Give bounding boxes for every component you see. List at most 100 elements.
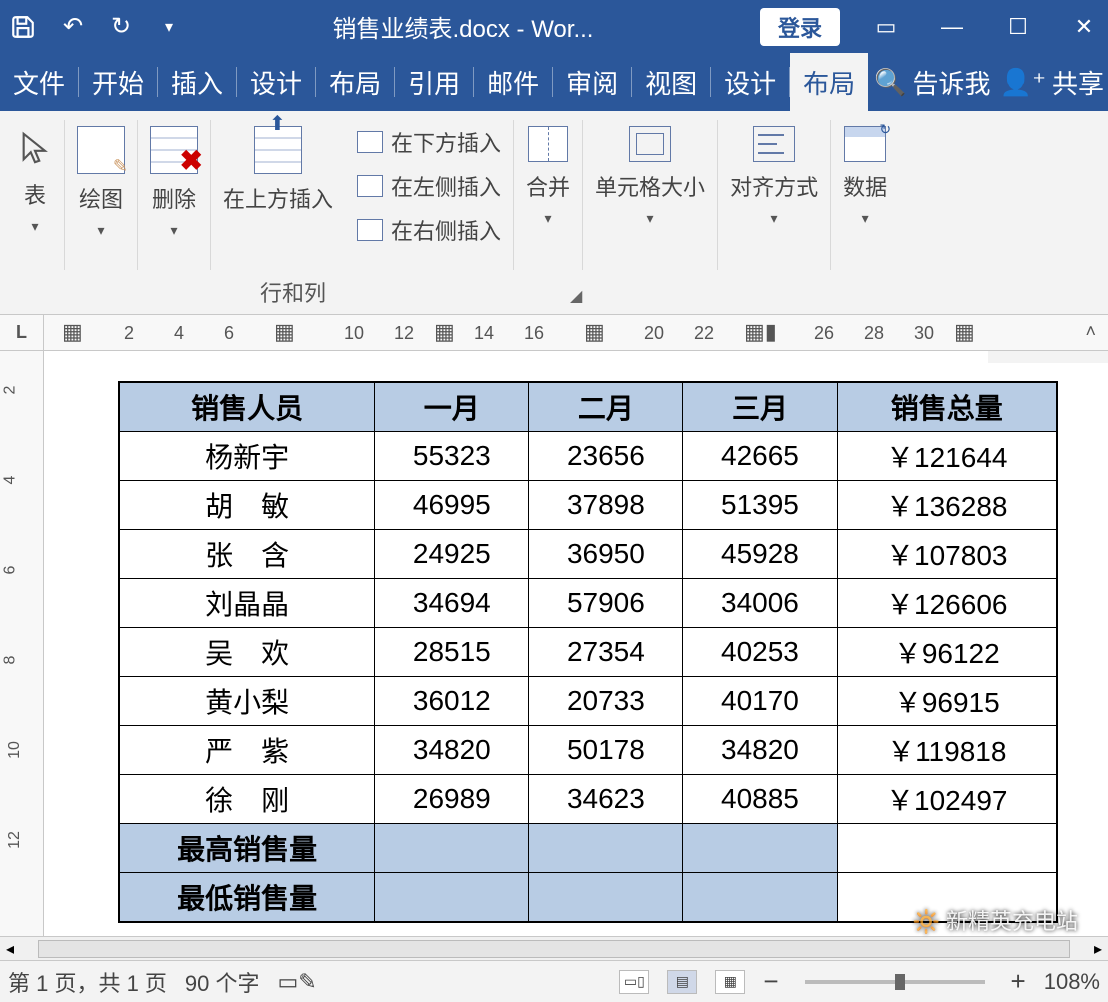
table-cell[interactable]: 26989: [375, 775, 529, 824]
max-total[interactable]: [837, 824, 1057, 873]
table-cell[interactable]: 吴 欢: [119, 628, 375, 677]
header-jan[interactable]: 一月: [375, 382, 529, 432]
table-cell[interactable]: 刘晶晶: [119, 579, 375, 628]
ruler-collapse-icon[interactable]: ˄: [1085, 321, 1096, 342]
tab-selector[interactable]: L: [0, 315, 44, 350]
table-cell[interactable]: 34694: [375, 579, 529, 628]
min-mar[interactable]: [683, 873, 837, 923]
table-row-max[interactable]: 最高销售量: [119, 824, 1057, 873]
qat-customize-icon[interactable]: ▾: [154, 17, 184, 37]
insert-above-button[interactable]: ⬆ 在上方插入: [223, 120, 333, 214]
table-cell[interactable]: 51395: [683, 481, 837, 530]
zoom-out-icon[interactable]: −: [763, 966, 778, 997]
tab-home[interactable]: 开始: [79, 53, 157, 111]
table-cell[interactable]: 40253: [683, 628, 837, 677]
min-feb[interactable]: [529, 873, 683, 923]
table-cell[interactable]: ￥102497: [837, 775, 1057, 824]
tab-mailings[interactable]: 邮件: [474, 53, 552, 111]
min-jan[interactable]: [375, 873, 529, 923]
table-row[interactable]: 黄小梨360122073340170￥96915: [119, 677, 1057, 726]
undo-icon[interactable]: ↶: [58, 12, 88, 41]
insert-left-button[interactable]: 在左侧插入: [357, 170, 501, 202]
table-cell[interactable]: 50178: [529, 726, 683, 775]
table-cell[interactable]: 胡 敏: [119, 481, 375, 530]
max-jan[interactable]: [375, 824, 529, 873]
table-cell[interactable]: 24925: [375, 530, 529, 579]
table-cell[interactable]: 杨新宇: [119, 432, 375, 481]
table-cell[interactable]: 23656: [529, 432, 683, 481]
table-row[interactable]: 严 紫348205017834820￥119818: [119, 726, 1057, 775]
table-cell[interactable]: ￥136288: [837, 481, 1057, 530]
save-icon[interactable]: [10, 14, 40, 40]
table-cell[interactable]: ￥121644: [837, 432, 1057, 481]
tab-file[interactable]: 文件: [0, 53, 78, 111]
page-indicator[interactable]: 第 1 页，共 1 页: [8, 966, 167, 998]
table-row[interactable]: 刘晶晶346945790634006￥126606: [119, 579, 1057, 628]
horizontal-ruler[interactable]: L ▦ 2 4 6 ▦ 10 12 ▦ 14 16 ▦ 20 22 ▦▮ 26 …: [0, 315, 1108, 351]
merge-button[interactable]: 合并 ▾: [526, 120, 570, 227]
table-cell[interactable]: 46995: [375, 481, 529, 530]
data-button[interactable]: ↻ 数据 ▾: [843, 120, 887, 227]
sales-table[interactable]: 销售人员 一月 二月 三月 销售总量 杨新宇553232365642665￥12…: [118, 381, 1058, 923]
table-cell[interactable]: 57906: [529, 579, 683, 628]
table-cell[interactable]: 34820: [683, 726, 837, 775]
scroll-left-icon[interactable]: ◂: [0, 939, 20, 959]
vertical-ruler[interactable]: 2 4 6 8 10 12: [0, 351, 44, 936]
tab-layout[interactable]: 布局: [316, 53, 394, 111]
login-button[interactable]: 登录: [760, 8, 840, 46]
table-cell[interactable]: ￥96915: [837, 677, 1057, 726]
table-cell[interactable]: 45928: [683, 530, 837, 579]
table-cell[interactable]: 徐 刚: [119, 775, 375, 824]
table-cell[interactable]: 34006: [683, 579, 837, 628]
scroll-right-icon[interactable]: ▸: [1088, 939, 1108, 959]
tab-table-layout[interactable]: 布局: [790, 53, 868, 111]
draw-button[interactable]: ✎ 绘图 ▾: [77, 120, 125, 239]
table-row[interactable]: 吴 欢285152735440253￥96122: [119, 628, 1057, 677]
table-cell[interactable]: 张 含: [119, 530, 375, 579]
dialog-launcher-icon[interactable]: ◢: [570, 286, 582, 306]
tab-design[interactable]: 设计: [237, 53, 315, 111]
tab-review[interactable]: 审阅: [553, 53, 631, 111]
delete-button[interactable]: ✖ 删除 ▾: [150, 120, 198, 239]
tell-me[interactable]: 🔍 告诉我: [874, 64, 990, 101]
web-layout-icon[interactable]: ▦: [715, 970, 745, 994]
table-cell[interactable]: 20733: [529, 677, 683, 726]
min-label[interactable]: 最低销售量: [119, 873, 375, 923]
table-cell[interactable]: ￥107803: [837, 530, 1057, 579]
table-cell[interactable]: 40885: [683, 775, 837, 824]
table-cell[interactable]: 28515: [375, 628, 529, 677]
table-cell[interactable]: 36012: [375, 677, 529, 726]
table-cell[interactable]: 黄小梨: [119, 677, 375, 726]
print-layout-icon[interactable]: ▤: [667, 970, 697, 994]
read-mode-icon[interactable]: ▭▯: [619, 970, 649, 994]
table-cell[interactable]: 36950: [529, 530, 683, 579]
select-table-button[interactable]: 表 ▾: [18, 120, 52, 235]
header-feb[interactable]: 二月: [529, 382, 683, 432]
maximize-icon[interactable]: ☐: [1004, 14, 1032, 40]
table-cell[interactable]: ￥96122: [837, 628, 1057, 677]
insert-below-button[interactable]: 在下方插入: [357, 126, 501, 158]
header-total[interactable]: 销售总量: [837, 382, 1057, 432]
header-mar[interactable]: 三月: [683, 382, 837, 432]
column-width-handle[interactable]: [988, 351, 1108, 363]
zoom-in-icon[interactable]: +: [1011, 966, 1026, 997]
tab-view[interactable]: 视图: [632, 53, 710, 111]
tab-references[interactable]: 引用: [395, 53, 473, 111]
ribbon-display-icon[interactable]: ▭: [872, 14, 900, 40]
insert-right-button[interactable]: 在右侧插入: [357, 214, 501, 246]
table-cell[interactable]: 34623: [529, 775, 683, 824]
zoom-level[interactable]: 108%: [1044, 969, 1100, 995]
header-name[interactable]: 销售人员: [119, 382, 375, 432]
scrollbar-track[interactable]: [38, 940, 1070, 958]
table-cell[interactable]: 37898: [529, 481, 683, 530]
table-cell[interactable]: 27354: [529, 628, 683, 677]
tab-table-design[interactable]: 设计: [711, 53, 789, 111]
table-row[interactable]: 胡 敏469953789851395￥136288: [119, 481, 1057, 530]
table-cell[interactable]: 42665: [683, 432, 837, 481]
table-header-row[interactable]: 销售人员 一月 二月 三月 销售总量: [119, 382, 1057, 432]
close-icon[interactable]: ✕: [1070, 14, 1098, 40]
zoom-thumb[interactable]: [895, 974, 905, 990]
minimize-icon[interactable]: —: [938, 14, 966, 40]
horizontal-scrollbar[interactable]: ◂ ▸: [0, 936, 1108, 960]
max-label[interactable]: 最高销售量: [119, 824, 375, 873]
